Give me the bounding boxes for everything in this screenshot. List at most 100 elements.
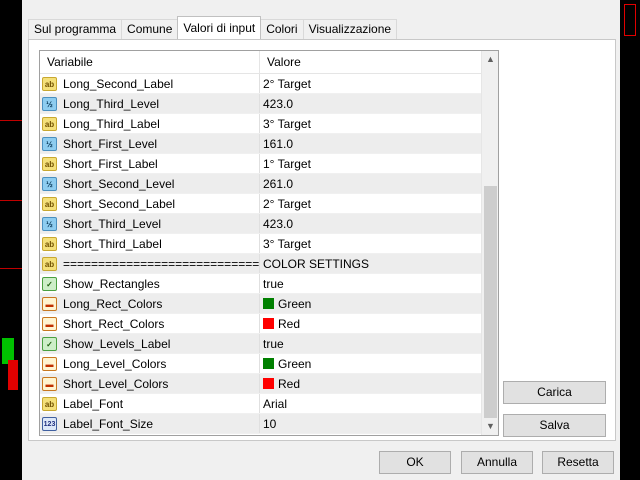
table-row[interactable]: ab Short_Second_Label 2° Target	[40, 194, 498, 214]
variable-cell[interactable]: 123 Label_Font_Size	[40, 414, 260, 433]
tab-valori-di-input[interactable]: Valori di input	[177, 16, 262, 39]
table-row[interactable]: 123 Label_Font_Size 10	[40, 414, 498, 434]
value-cell[interactable]: Red	[260, 314, 496, 333]
value-cell[interactable]: 3° Target	[260, 234, 496, 253]
annulla-button[interactable]: Annulla	[461, 451, 533, 474]
grid-scrollbar[interactable]: ▲ ▼	[481, 51, 498, 435]
table-row[interactable]: ▬ Long_Rect_Colors Green	[40, 294, 498, 314]
value-cell[interactable]: Green	[260, 294, 496, 313]
column-header-variable[interactable]: Variabile	[40, 51, 260, 73]
variable-name: Short_Second_Label	[63, 196, 176, 211]
variable-cell[interactable]: ▬ Long_Rect_Colors	[40, 294, 260, 313]
variable-cell[interactable]: ab Label_Font	[40, 394, 260, 413]
variable-value: 3° Target	[263, 116, 311, 131]
string-param-icon: ab	[42, 156, 57, 171]
tab-sul-programma[interactable]: Sul programma	[28, 19, 123, 39]
value-cell[interactable]: 2° Target	[260, 194, 496, 213]
resetta-button[interactable]: Resetta	[542, 451, 614, 474]
variable-cell[interactable]: ½ Long_Third_Level	[40, 94, 260, 113]
variable-cell[interactable]: ab Long_Third_Label	[40, 114, 260, 133]
variable-value: 161.0	[263, 136, 294, 151]
carica-button[interactable]: Carica	[503, 381, 606, 404]
variable-cell[interactable]: ▬ Short_Rect_Colors	[40, 314, 260, 333]
value-cell[interactable]: 10	[260, 414, 496, 433]
variable-name: Short_Level_Colors	[63, 376, 169, 391]
value-cell[interactable]: 423.0	[260, 94, 496, 113]
grid-rows: ab Long_Second_Label 2° Target ½ Long_Third_…	[40, 74, 498, 434]
table-row[interactable]: ▬ Short_Level_Colors Red	[40, 374, 498, 394]
variable-value: COLOR SETTINGS	[263, 256, 370, 271]
table-row[interactable]: ▬ Short_Rect_Colors Red	[40, 314, 498, 334]
table-row[interactable]: ½ Short_Third_Level 423.0	[40, 214, 498, 234]
variable-value: 3° Target	[263, 236, 311, 251]
variable-cell[interactable]: ▬ Long_Level_Colors	[40, 354, 260, 373]
table-row[interactable]: ab Long_Second_Label 2° Target	[40, 74, 498, 94]
variable-cell[interactable]: ab ================================	[40, 254, 260, 273]
table-row[interactable]: ✓ Show_Levels_Label true	[40, 334, 498, 354]
variable-cell[interactable]: ½ Short_Third_Level	[40, 214, 260, 233]
table-row[interactable]: ab Short_Third_Label 3° Target	[40, 234, 498, 254]
variable-name: Short_Third_Level	[63, 216, 162, 231]
variable-cell[interactable]: ✓ Show_Rectangles	[40, 274, 260, 293]
scroll-down-icon[interactable]: ▼	[482, 418, 498, 435]
chart-line	[0, 268, 22, 269]
variable-cell[interactable]: ½ Short_First_Level	[40, 134, 260, 153]
variable-cell[interactable]: ab Short_First_Label	[40, 154, 260, 173]
variable-cell[interactable]: ▬ Short_Level_Colors	[40, 374, 260, 393]
scroll-up-icon[interactable]: ▲	[482, 51, 498, 68]
value-cell[interactable]: true	[260, 334, 496, 353]
color-param-icon: ▬	[42, 356, 57, 371]
table-row[interactable]: ½ Short_Second_Level 261.0	[40, 174, 498, 194]
table-row[interactable]: ▬ Long_Level_Colors Green	[40, 354, 498, 374]
chart-marker	[624, 4, 636, 36]
bool-param-icon: ✓	[42, 336, 57, 351]
variable-cell[interactable]: ab Long_Second_Label	[40, 74, 260, 93]
salva-button[interactable]: Salva	[503, 414, 606, 437]
value-cell[interactable]: true	[260, 274, 496, 293]
value-cell[interactable]: 2° Target	[260, 74, 496, 93]
scroll-thumb[interactable]	[484, 186, 497, 418]
value-cell[interactable]: 161.0	[260, 134, 496, 153]
table-row[interactable]: ab Long_Third_Label 3° Target	[40, 114, 498, 134]
tab-comune[interactable]: Comune	[121, 19, 179, 39]
table-row[interactable]: ab ================================COLOR …	[40, 254, 498, 274]
table-row[interactable]: ½ Long_Third_Level 423.0	[40, 94, 498, 114]
table-row[interactable]: ab Short_First_Label 1° Target	[40, 154, 498, 174]
variable-name: Long_Second_Label	[63, 76, 174, 91]
table-row[interactable]: ab Label_Font Arial	[40, 394, 498, 414]
parameters-grid: Variabile Valore ab Long_Second_Label 2° T…	[39, 50, 499, 436]
variable-cell[interactable]: ab Short_Third_Label	[40, 234, 260, 253]
value-cell[interactable]: Green	[260, 354, 496, 373]
variable-name: Short_Rect_Colors	[63, 316, 165, 331]
value-cell[interactable]: COLOR SETTINGS	[260, 254, 496, 273]
value-cell[interactable]: Red	[260, 374, 496, 393]
double-param-icon: ½	[42, 216, 57, 231]
variable-value: 1° Target	[263, 156, 311, 171]
variable-name: Long_Rect_Colors	[63, 296, 163, 311]
value-cell[interactable]: 261.0	[260, 174, 496, 193]
variable-value: 2° Target	[263, 76, 311, 91]
chart-candle-red	[8, 360, 18, 390]
grid-header: Variabile Valore	[40, 51, 498, 74]
column-header-value[interactable]: Valore	[260, 51, 301, 73]
variable-cell[interactable]: ½ Short_Second_Level	[40, 174, 260, 193]
table-row[interactable]: ✓ Show_Rectangles true	[40, 274, 498, 294]
color-param-icon: ▬	[42, 376, 57, 391]
tab-visualizzazione[interactable]: Visualizzazione	[302, 19, 398, 39]
string-param-icon: ab	[42, 76, 57, 91]
string-param-icon: ab	[42, 236, 57, 251]
variable-cell[interactable]: ✓ Show_Levels_Label	[40, 334, 260, 353]
color-swatch	[263, 318, 274, 329]
tab-colori[interactable]: Colori	[260, 19, 304, 39]
color-swatch	[263, 378, 274, 389]
variable-value: 423.0	[263, 96, 294, 111]
bool-param-icon: ✓	[42, 276, 57, 291]
value-cell[interactable]: 423.0	[260, 214, 496, 233]
double-param-icon: ½	[42, 176, 57, 191]
value-cell[interactable]: 1° Target	[260, 154, 496, 173]
ok-button[interactable]: OK	[379, 451, 451, 474]
variable-cell[interactable]: ab Short_Second_Label	[40, 194, 260, 213]
value-cell[interactable]: Arial	[260, 394, 496, 413]
value-cell[interactable]: 3° Target	[260, 114, 496, 133]
table-row[interactable]: ½ Short_First_Level 161.0	[40, 134, 498, 154]
